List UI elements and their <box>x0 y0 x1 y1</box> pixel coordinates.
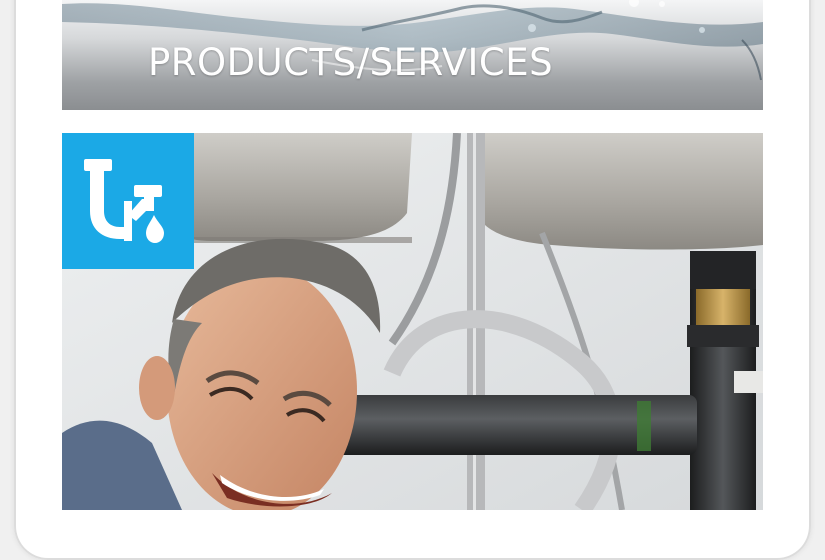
page-title: PRODUCTS/SERVICES <box>148 41 554 84</box>
plumbing-pipe-icon <box>84 159 164 243</box>
app-screen: PRODUCTS/SERVICES <box>62 0 763 510</box>
products-services-banner: PRODUCTS/SERVICES <box>62 0 763 110</box>
section-divider <box>62 110 763 133</box>
plumbing-service-tile[interactable] <box>62 133 194 269</box>
